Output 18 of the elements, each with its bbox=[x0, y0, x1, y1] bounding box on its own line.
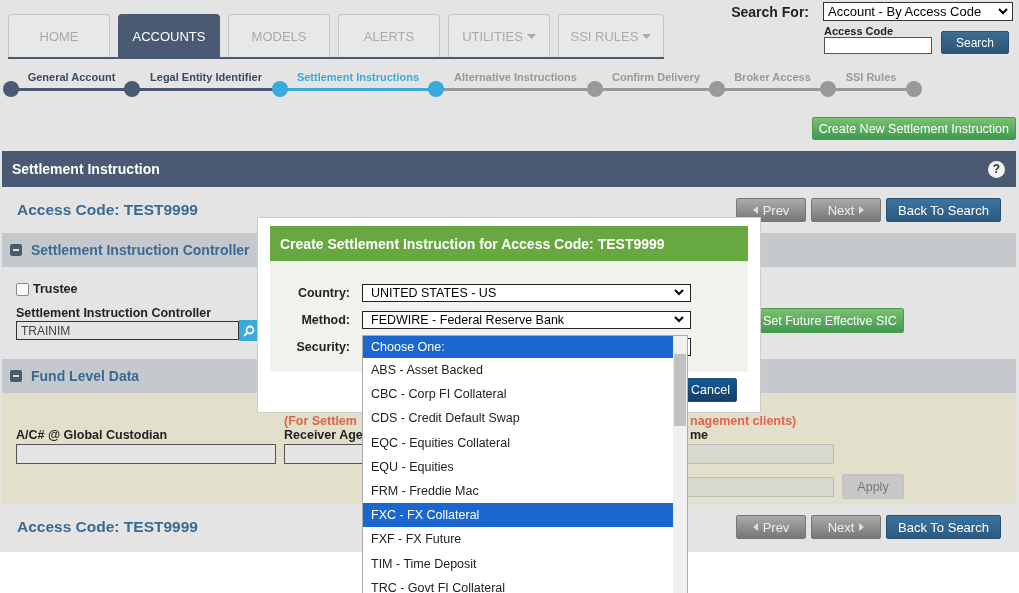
field-label: Method: bbox=[300, 312, 351, 327]
note-text: (For Settlem bbox=[284, 414, 357, 428]
custodian-label: A/C# @ Global Custodian bbox=[16, 428, 168, 442]
search-for-label: Search For: bbox=[731, 3, 809, 20]
access-code-label: Access Code bbox=[824, 25, 895, 37]
trustee-label: Trustee bbox=[33, 282, 78, 296]
controller-label: Settlement Instruction Controller bbox=[16, 306, 212, 320]
dialog-title: Create Settlement Instruction for Access Code: TEST9999 bbox=[270, 226, 748, 261]
panel-title: Settlement Instruction bbox=[12, 161, 160, 177]
note-text: nagement clients) bbox=[690, 414, 797, 428]
access-code-heading: Access Code: TEST9999 bbox=[17, 518, 198, 536]
receiver-label: Receiver Age bbox=[284, 428, 363, 442]
section-title: Settlement Instruction Controller bbox=[31, 242, 250, 258]
section-title: Fund Level Data bbox=[31, 368, 140, 384]
field-label: Security: bbox=[295, 339, 351, 354]
name-label: me bbox=[690, 428, 709, 442]
field-label: Country: bbox=[296, 285, 351, 300]
access-code-heading: Access Code: TEST9999 bbox=[17, 201, 198, 219]
